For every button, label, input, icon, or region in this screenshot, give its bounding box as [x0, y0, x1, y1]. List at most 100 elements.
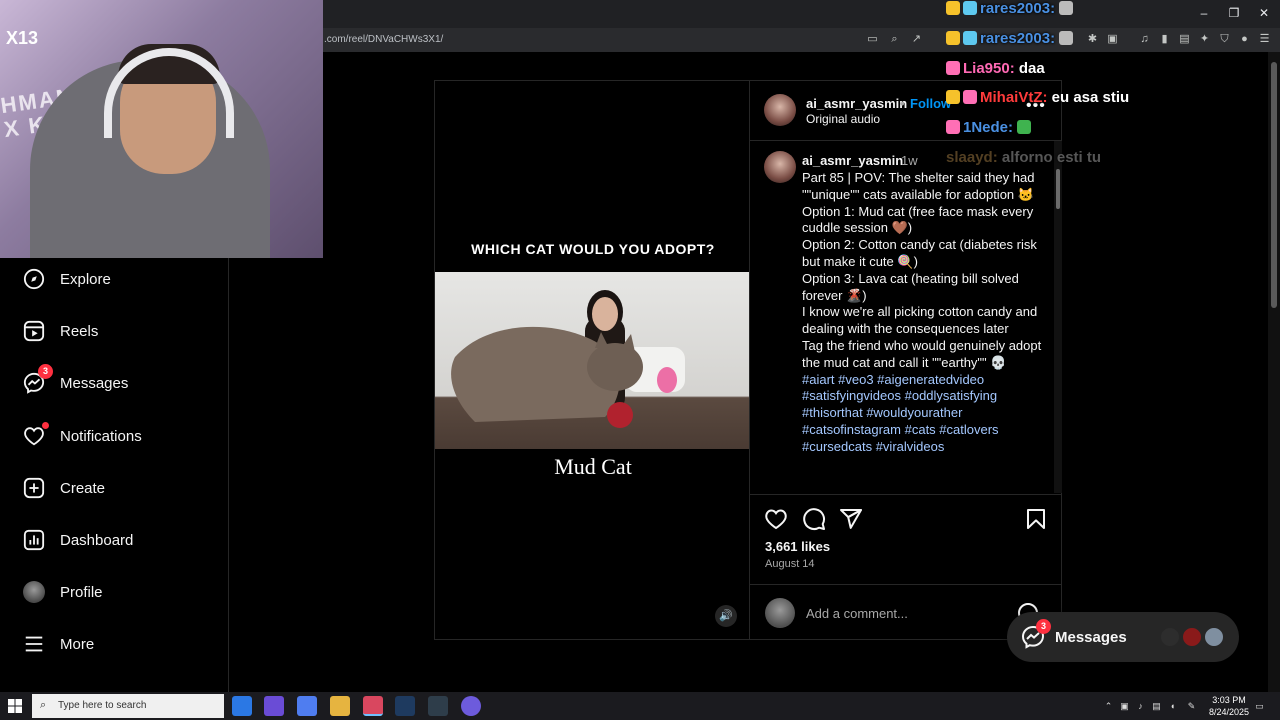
author-avatar[interactable] [764, 94, 796, 126]
like-heart-icon[interactable] [764, 507, 788, 531]
sidebar-item-explore[interactable]: Explore [22, 264, 111, 294]
vpn-icon[interactable]: ✦ [1198, 33, 1211, 46]
cast-icon[interactable]: ▭ [866, 33, 879, 46]
subscriber-icon [946, 120, 960, 134]
pen-icon[interactable]: ✎ [1186, 701, 1197, 712]
hamburger-icon [22, 632, 46, 656]
clock-time[interactable]: 3:03 PM [1210, 695, 1248, 705]
sidebar-item-profile[interactable]: Profile [22, 577, 103, 607]
conversation-avatar [1159, 626, 1181, 648]
network-icon[interactable]: ▤ [1151, 701, 1162, 712]
page-scrollbar-thumb[interactable] [1271, 62, 1277, 308]
sidebar-item-label: Notifications [60, 427, 142, 445]
close-icon[interactable]: ✕ [1256, 6, 1272, 20]
extension-icon[interactable]: ✱ [1086, 33, 1099, 46]
original-audio-link[interactable]: Original audio [806, 112, 880, 126]
chat-text: daa [1018, 60, 1045, 77]
chat-username: rares2003: [980, 30, 1056, 47]
scrollbar-thumb[interactable] [1056, 169, 1060, 209]
profile-icon[interactable]: ● [1238, 33, 1251, 46]
chat-username: MihaiVtZ: [980, 89, 1048, 106]
taskbar-search[interactable]: ⌕ Type here to search [32, 694, 224, 718]
sidebar-item-messages[interactable]: 3 Messages [22, 364, 129, 398]
reel-video-frame[interactable] [435, 272, 749, 449]
chat-text: alforno esti tu [1001, 149, 1102, 166]
sidebar-item-dashboard[interactable]: Dashboard [22, 525, 133, 555]
task-view-icon[interactable] [232, 696, 252, 716]
volume-tray-icon[interactable]: ♪ [1135, 701, 1146, 712]
terminal-icon[interactable] [428, 696, 448, 716]
page-scrollbar[interactable] [1268, 52, 1280, 692]
search-placeholder: Type here to search [58, 700, 147, 711]
conversation-avatar [1181, 626, 1203, 648]
divider [750, 494, 1062, 495]
share-paper-plane-icon[interactable] [839, 507, 863, 531]
caption-username[interactable]: ai_asmr_yasmin [802, 153, 903, 168]
sidebar-item-create[interactable]: Create [22, 473, 105, 503]
heart-icon [22, 422, 49, 448]
webcam-tag: X13 [6, 28, 39, 48]
viewer-avatar [765, 598, 795, 628]
volume-icon[interactable]: 🔊 [715, 605, 737, 627]
chat-username: slaayd: [946, 149, 998, 166]
conversation-avatar [1203, 626, 1225, 648]
menu-icon[interactable]: ☰ [1258, 33, 1271, 46]
divider [750, 584, 1062, 585]
sidebar-item-notifications[interactable]: Notifications [22, 421, 142, 451]
screenshot-icon[interactable]: ▣ [1106, 33, 1119, 46]
chat-message: 1Nede: [946, 119, 1034, 136]
tray-app-icon[interactable]: ▣ [1119, 701, 1130, 712]
messages-drawer-button[interactable]: 3 Messages [1007, 612, 1239, 662]
url-text[interactable]: .com/reel/DNVaCHWs3X1/ [324, 34, 443, 45]
clock-date[interactable]: 8/24/2025 [1202, 707, 1256, 717]
avatar-emote-icon [1059, 1, 1074, 15]
comment-bubble-icon[interactable] [802, 507, 826, 531]
crown-icon [946, 90, 960, 104]
author-username[interactable]: ai_asmr_yasmin [806, 96, 907, 111]
mud-cat-illustration [451, 290, 685, 428]
sidebar-item-more[interactable]: More [22, 629, 94, 659]
chat-message: Lia950: daa [946, 60, 1045, 77]
copilot-icon[interactable] [264, 696, 284, 716]
compass-icon [22, 267, 46, 291]
messenger-icon: 3 [22, 364, 53, 395]
sidebar-item-reels[interactable]: Reels [22, 316, 98, 346]
subscriber-icon [963, 1, 977, 15]
notification-center-icon[interactable]: ▭ [1254, 701, 1265, 712]
shield-icon[interactable]: ⛉ [1218, 33, 1231, 46]
profile-avatar-icon [22, 580, 46, 604]
sidebar-item-label: Profile [60, 583, 103, 601]
caption-scroll-area[interactable]: ai_asmr_yasmin 1w Part 85 | POV: The she… [750, 141, 1054, 493]
comment-input[interactable] [806, 603, 1006, 623]
messages-label: Messages [1055, 629, 1127, 646]
file-explorer-icon[interactable] [330, 696, 350, 716]
post-date: August 14 [765, 558, 815, 570]
zoom-icon[interactable]: ⌕ [888, 33, 901, 46]
reel-caption: Mud Cat [554, 454, 632, 479]
speaker-icon[interactable]: ◖ [1167, 701, 1178, 712]
like-count[interactable]: 3,661 likes [765, 539, 830, 554]
share-icon[interactable]: ↗ [910, 33, 923, 46]
chat-username: rares2003: [980, 0, 1056, 17]
reel-viewer[interactable]: WHICH CAT WOULD YOU ADOPT? Mud Cat 🔊 [434, 80, 750, 640]
copilot-app-icon[interactable] [297, 696, 317, 716]
caption-avatar[interactable] [764, 151, 796, 183]
steam-icon[interactable] [395, 696, 415, 716]
hashtag-list[interactable]: #aiart #veo3 #aigeneratedvideo #satisfyi… [802, 372, 1002, 454]
sidebar-item-label: Messages [60, 374, 129, 392]
media-icon[interactable]: ♫ [1138, 33, 1151, 46]
windows-start-icon[interactable] [8, 699, 22, 713]
wallet-icon[interactable]: ▤ [1178, 33, 1191, 46]
dashboard-icon [22, 528, 46, 552]
restore-icon[interactable]: ❐ [1226, 6, 1242, 20]
follow-button[interactable]: Follow [910, 96, 951, 111]
minimize-icon[interactable]: – [1196, 6, 1212, 20]
caption-scrollbar[interactable] [1054, 141, 1062, 493]
bookmark-icon[interactable] [1024, 507, 1048, 531]
sidebar-toggle-icon[interactable]: ▮ [1158, 33, 1171, 46]
browser-taskbar-icon[interactable] [363, 696, 383, 716]
tray-chevron-icon[interactable]: ⌃ [1103, 701, 1114, 712]
discord-icon[interactable] [461, 696, 481, 716]
screen: – ❐ ✕ .com/reel/DNVaCHWs3X1/ ▭ ⌕ ↗ ✱ ▣ ♫… [0, 0, 1280, 720]
chat-message: slaayd: alforno esti tu [946, 149, 1101, 166]
